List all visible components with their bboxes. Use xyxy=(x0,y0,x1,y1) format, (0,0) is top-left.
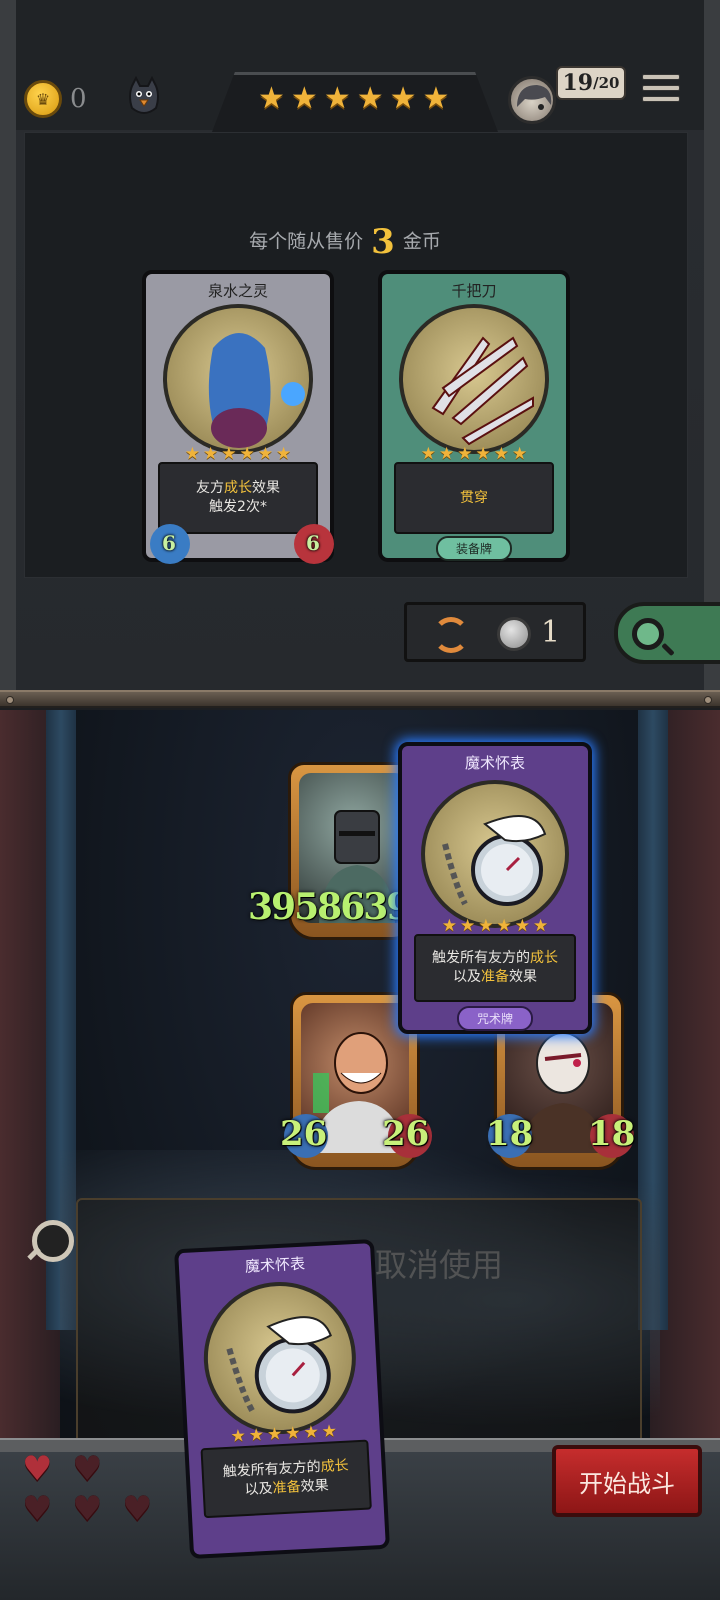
desc-text: 效果 xyxy=(300,1477,330,1496)
desc-text: 友方 xyxy=(196,480,224,496)
card-stars: ★ ★ ★ ★ ★ ★ xyxy=(420,444,528,464)
heart-icon: ♥ xyxy=(72,1489,103,1529)
player-avatar[interactable] xyxy=(508,76,556,124)
crow-icon[interactable] xyxy=(126,76,162,118)
card-description: 触发所有友方的成长 以及准备效果 xyxy=(414,934,576,1002)
card-type-label: 装备牌 xyxy=(435,536,513,561)
card-description: 友方成长效果 触发2次* xyxy=(158,462,318,534)
lives-display: ♥ ♥ ♥ ♥ ♥ xyxy=(20,1449,170,1554)
reroll-cost: 1 xyxy=(541,615,561,650)
card-stars: ★ ★ ★ ★ ★ ★ xyxy=(184,444,292,464)
rank-stars: ★ ★ ★ ★ ★ ★ xyxy=(258,84,449,114)
card-description: 触发所有友方的成长 以及准备效果 xyxy=(200,1439,372,1519)
desc-line2: 触发2次* xyxy=(209,499,267,515)
card-title: 泉水之灵 xyxy=(207,282,268,300)
desc-text: 以及 xyxy=(244,1480,274,1499)
gold-coin-icon: ♛ xyxy=(24,80,62,118)
shop-area xyxy=(24,132,688,578)
card-title: 魔术怀表 xyxy=(464,754,525,772)
desc-text: 效果 xyxy=(252,480,280,496)
desc-keyword: 成长 xyxy=(530,950,558,966)
hover-card-magic-watch[interactable]: 魔术怀表 ★ ★ ★ ★ ★ ★ 触发所有友方的成长 以及准备效果 咒术牌 xyxy=(398,742,592,1034)
search-icon xyxy=(632,618,664,650)
desc-keyword: 贯穿 xyxy=(460,489,488,506)
minion-attack: 18 xyxy=(486,1114,534,1154)
level-max: /20 xyxy=(593,74,620,92)
shop-card-thousand-knives[interactable]: 千把刀 ★ ★ ★ ★ ★ ★ 贯穿 装备牌 xyxy=(378,270,570,562)
heart-icon: ♥ xyxy=(22,1489,53,1529)
card-stars: ★ ★ ★ ★ ★ ★ xyxy=(441,916,549,936)
price-prefix: 每个随从售价 xyxy=(249,230,364,253)
start-battle-button[interactable]: 开始战斗 xyxy=(552,1445,702,1517)
battle-board: 拖动到此处取消使用 3958639 26 26 18 18 魔术怀表 xyxy=(0,710,720,1600)
minion-attack: 26 xyxy=(280,1114,328,1154)
star-icon: ★ xyxy=(422,81,450,116)
star-icon: ★ xyxy=(389,81,417,116)
heart-icon: ♥ xyxy=(22,1449,53,1489)
card-title: 千把刀 xyxy=(451,282,497,300)
card-description: 贯穿 xyxy=(394,462,554,534)
price-value: 3 xyxy=(371,222,395,262)
zoom-icon[interactable] xyxy=(32,1220,74,1262)
card-portrait xyxy=(199,1278,360,1438)
card-portrait xyxy=(421,780,569,928)
star-icon: ★ xyxy=(290,81,318,116)
desc-text: 触发所有友方的 xyxy=(432,950,530,966)
price-suffix: 金币 xyxy=(402,230,441,253)
hand-card-magic-watch[interactable]: 魔术怀表 ★ ★ ★ ★ ★ ★ 触发所有友方的成长 以及准备效果 xyxy=(174,1238,390,1560)
desc-keyword: 成长 xyxy=(320,1457,349,1476)
heart-icon: ♥ xyxy=(122,1489,153,1529)
desc-text: 效果 xyxy=(509,969,537,985)
card-type-label: 咒术牌 xyxy=(456,1006,534,1031)
gold-count: 0 xyxy=(70,84,87,114)
silver-coin-icon xyxy=(497,617,531,651)
health-value: 6 xyxy=(306,531,320,555)
search-button[interactable] xyxy=(614,602,720,664)
sell-price-info: 每个随从售价 3 金币 xyxy=(0,222,690,262)
star-icon: ★ xyxy=(356,81,384,116)
star-icon: ★ xyxy=(258,81,285,116)
heart-icon: ♥ xyxy=(72,1449,103,1489)
card-title: 魔术怀表 xyxy=(244,1254,306,1276)
reroll-button[interactable]: 1 xyxy=(404,602,586,662)
divider-rail xyxy=(0,690,720,708)
desc-keyword: 成长 xyxy=(224,480,252,496)
card-portrait xyxy=(399,304,549,454)
minion-stat-overlap: 3958639 xyxy=(248,886,411,928)
desc-text: 以及 xyxy=(453,969,481,985)
minion-health: 18 xyxy=(588,1114,636,1154)
refresh-icon xyxy=(433,617,469,653)
level-current: 19 xyxy=(562,70,594,96)
level-indicator: 19/20 xyxy=(556,66,626,100)
shop-card-spring-spirit[interactable]: 泉水之灵 ★ ★ ★ ★ ★ ★ 友方成长效果 触发2次* 6 6 xyxy=(142,270,334,564)
desc-keyword: 准备 xyxy=(481,969,509,985)
menu-button[interactable] xyxy=(642,74,680,112)
card-portrait xyxy=(163,304,313,454)
big-stat-value: 395863 xyxy=(248,886,388,928)
minion-health: 26 xyxy=(382,1114,430,1154)
desc-keyword: 准备 xyxy=(272,1479,302,1497)
star-icon: ★ xyxy=(323,81,351,116)
attack-value: 6 xyxy=(162,531,176,555)
